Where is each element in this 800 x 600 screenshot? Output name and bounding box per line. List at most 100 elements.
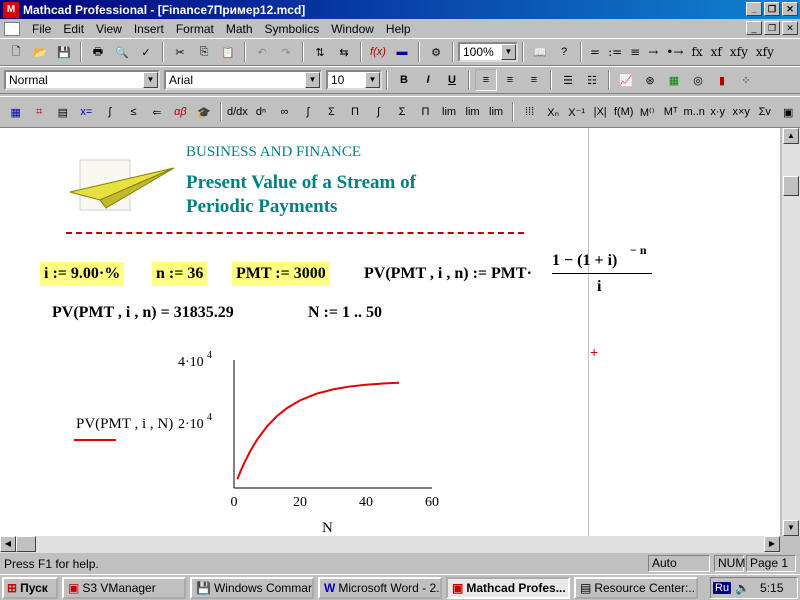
chevron-down-icon[interactable]: ▼ [305, 72, 320, 88]
close-button[interactable]: ✕ [782, 2, 798, 16]
copy-icon[interactable]: ⎘ [193, 41, 215, 63]
sum-range-icon[interactable]: Σ [321, 101, 343, 123]
vectorize-icon[interactable]: f(M) [613, 101, 635, 123]
zoom-select[interactable]: 100% ▼ [458, 42, 518, 62]
help-icon[interactable]: ? [553, 41, 575, 63]
chevron-down-icon[interactable]: ▼ [365, 72, 380, 88]
graph-palette-icon[interactable]: ⌗ [29, 101, 51, 123]
boolean-palette-icon[interactable]: ≤ [123, 101, 145, 123]
menu-file[interactable]: File [26, 22, 57, 36]
numbering-icon[interactable]: ☷ [581, 69, 603, 91]
new-icon[interactable]: 🗋 [5, 41, 27, 63]
restore-button[interactable]: ❐ [764, 2, 780, 16]
indefinite-integral-icon[interactable]: ∫ [368, 101, 390, 123]
symbolic-evaluation-button[interactable]: → [644, 45, 662, 59]
language-indicator[interactable]: Ru [713, 582, 732, 594]
scroll-left-button[interactable]: ◀ [0, 536, 16, 552]
sum-icon[interactable]: Σ [391, 101, 413, 123]
scroll-down-button[interactable]: ▼ [783, 520, 799, 536]
insert-function-icon[interactable]: f(x) [367, 41, 389, 63]
definite-integral-icon[interactable]: ∫ [297, 101, 319, 123]
print-preview-icon[interactable]: 🔍 [111, 41, 133, 63]
document-icon[interactable] [4, 21, 20, 36]
print-icon[interactable]: 🖶 [87, 41, 109, 63]
chevron-down-icon[interactable]: ▼ [143, 72, 158, 88]
limit-left-icon[interactable]: lim [485, 101, 507, 123]
menu-view[interactable]: View [90, 22, 128, 36]
scroll-right-button[interactable]: ▶ [764, 536, 780, 552]
font-select[interactable]: Arial ▼ [164, 70, 322, 90]
xy-plot-icon[interactable]: 📈 [615, 69, 637, 91]
treefix-operator-button[interactable]: xfy [752, 45, 778, 59]
insert-unit-icon[interactable]: ▬ [391, 41, 413, 63]
infix-operator-button[interactable]: xfy [726, 45, 752, 59]
picture-icon[interactable]: ▣ [778, 101, 800, 123]
evaluate-symbolic-button[interactable]: = [586, 45, 604, 59]
start-button[interactable]: ⊞ Пуск [2, 576, 58, 599]
task-s3-vmanager[interactable]: ▣ S3 VManager [62, 576, 186, 599]
subscript-icon[interactable]: Xₙ [542, 101, 564, 123]
menu-math[interactable]: Math [220, 22, 259, 36]
calculus-palette-icon[interactable]: ∫ [99, 101, 121, 123]
calculator-palette-icon[interactable]: ▦ [5, 101, 27, 123]
spell-check-icon[interactable]: ✓ [135, 41, 157, 63]
prefix-operator-button[interactable]: fx [687, 45, 706, 59]
greek-palette-icon[interactable]: αβ [170, 101, 192, 123]
menu-format[interactable]: Format [170, 22, 220, 36]
determinant-icon[interactable]: |X| [589, 101, 611, 123]
task-windows-commander[interactable]: 💾 Windows Comman... [190, 576, 314, 599]
definition-button[interactable]: := [604, 45, 626, 59]
bar-plot-icon[interactable]: ▮ [711, 69, 733, 91]
doc-minimize-button[interactable]: _ [746, 21, 762, 35]
chevron-down-icon[interactable]: ▼ [501, 44, 516, 60]
symbolic-palette-icon[interactable]: 🎓 [193, 101, 215, 123]
bold-icon[interactable]: B [393, 69, 415, 91]
nth-derivative-icon[interactable]: dⁿ [250, 101, 272, 123]
limit-icon[interactable]: lim [438, 101, 460, 123]
contour-plot-icon[interactable]: ◎ [687, 69, 709, 91]
cross-product-icon[interactable]: x×y [730, 101, 752, 123]
paste-icon[interactable]: 📋 [217, 41, 239, 63]
task-resource-center[interactable]: ▤ Resource Center:... [574, 576, 698, 599]
scroll-thumb[interactable] [783, 176, 799, 196]
style-select[interactable]: Normal ▼ [4, 70, 160, 90]
pv-chart[interactable]: 4·10 4 2·10 4 PV(PMT , i , N) N 0 20 40 60 [0, 128, 780, 536]
minimize-button[interactable]: _ [746, 2, 762, 16]
speaker-icon[interactable]: 🔈 [735, 581, 750, 595]
scatter-plot-icon[interactable]: ⁘ [735, 69, 757, 91]
product-range-icon[interactable]: Π [344, 101, 366, 123]
menu-edit[interactable]: Edit [57, 22, 90, 36]
align-horizontal-icon[interactable]: ⇆ [333, 41, 355, 63]
vertical-scrollbar[interactable]: ▲ ▼ [782, 128, 800, 536]
scroll-up-button[interactable]: ▲ [783, 128, 799, 144]
menu-help[interactable]: Help [380, 22, 417, 36]
horizontal-scrollbar[interactable]: ◀ ▶ [0, 536, 780, 553]
bullets-icon[interactable]: ☰ [557, 69, 579, 91]
menu-symbolics[interactable]: Symbolics [259, 22, 326, 36]
task-microsoft-word[interactable]: W Microsoft Word - 2... [318, 576, 442, 599]
resource-center-icon[interactable]: 📖 [529, 41, 551, 63]
open-icon[interactable]: 📂 [29, 41, 51, 63]
programming-palette-icon[interactable]: ⇐ [146, 101, 168, 123]
worksheet[interactable]: BUSINESS AND FINANCE Present Value of a … [0, 128, 780, 536]
cut-icon[interactable]: ✂ [169, 41, 191, 63]
font-size-select[interactable]: 10 ▼ [326, 70, 382, 90]
infinity-icon[interactable]: ∞ [274, 101, 296, 123]
task-mathcad[interactable]: ▣ Mathcad Profes... [446, 576, 570, 599]
vector-sum-icon[interactable]: Σv [754, 101, 776, 123]
polar-plot-icon[interactable]: ⊛ [639, 69, 661, 91]
doc-close-button[interactable]: ✕ [782, 21, 798, 35]
keyword-evaluation-button[interactable]: •→ [662, 45, 687, 59]
superscript-icon[interactable]: M⁽⁾ [636, 101, 658, 123]
dot-product-icon[interactable]: x·y [707, 101, 729, 123]
italic-icon[interactable]: I [417, 69, 439, 91]
redo-icon[interactable]: ↷ [275, 41, 297, 63]
postfix-operator-button[interactable]: xf [707, 45, 726, 59]
h-scroll-thumb[interactable] [16, 536, 36, 552]
align-icon[interactable]: ⇅ [309, 41, 331, 63]
derivative-icon[interactable]: d/dx [227, 101, 249, 123]
matrix-palette-icon[interactable]: ▤ [52, 101, 74, 123]
global-definition-button[interactable]: ≡ [626, 45, 644, 59]
surface-plot-icon[interactable]: ▦ [663, 69, 685, 91]
transpose-icon[interactable]: Mᵀ [660, 101, 682, 123]
